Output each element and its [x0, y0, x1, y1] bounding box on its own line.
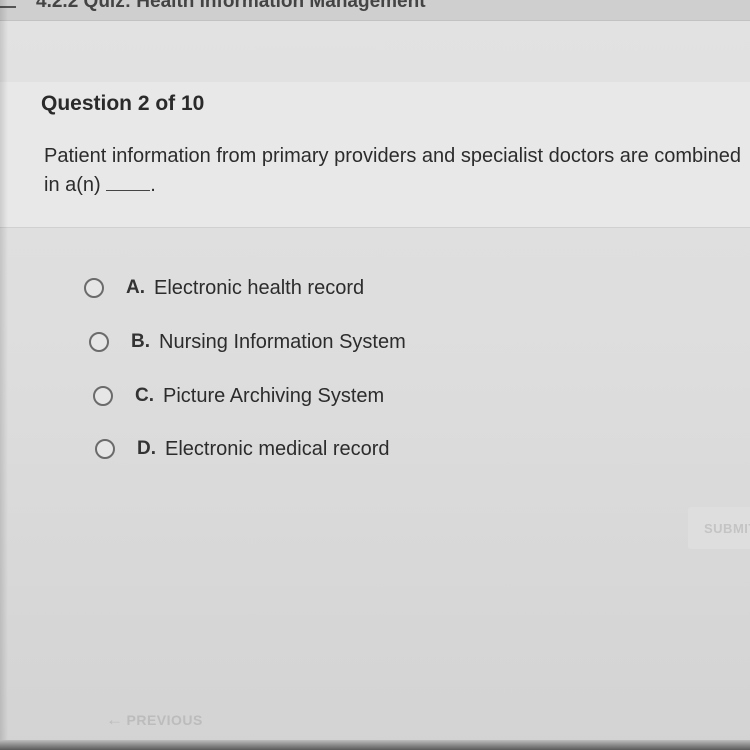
- option-label: Nursing Information System: [159, 330, 406, 353]
- radio-button-icon[interactable]: [89, 332, 109, 352]
- option-label: Picture Archiving System: [163, 384, 385, 407]
- radio-button-icon[interactable]: [84, 278, 104, 298]
- option-a[interactable]: A. Electronic health record: [84, 273, 364, 303]
- question-text-end: .: [150, 174, 156, 196]
- quiz-title-bar: 4.2.2 Quiz: Health Information Managemen…: [0, 0, 750, 21]
- previous-label: PREVIOUS: [126, 712, 203, 728]
- question-counter: Question 2 of 10: [41, 92, 205, 115]
- option-letter: D.: [137, 438, 156, 459]
- quiz-title: 4.2.2 Quiz: Health Information Managemen…: [36, 0, 426, 12]
- option-label: Electronic medical record: [165, 437, 390, 460]
- option-letter: B.: [131, 331, 150, 352]
- option-b[interactable]: B. Nursing Information System: [89, 327, 406, 357]
- screen-bottom-edge: [0, 740, 750, 750]
- screen-edge-shadow: [0, 0, 8, 750]
- option-c[interactable]: C. Picture Archiving System: [93, 381, 384, 411]
- question-text: Patient information from primary provide…: [44, 142, 744, 200]
- option-letter: C.: [135, 385, 154, 406]
- radio-button-icon[interactable]: [95, 439, 115, 459]
- previous-button[interactable]: ← PREVIOUS: [106, 710, 203, 730]
- arrow-left-icon: ←: [106, 710, 124, 729]
- option-d[interactable]: D. Electronic medical record: [95, 434, 390, 464]
- option-label: Electronic health record: [154, 276, 365, 299]
- radio-button-icon[interactable]: [93, 386, 113, 406]
- option-letter: A.: [126, 277, 145, 298]
- submit-button[interactable]: SUBMIT: [688, 507, 750, 549]
- quiz-screen: 4.2.2 Quiz: Health Information Managemen…: [0, 0, 750, 750]
- answer-blank: [106, 176, 151, 191]
